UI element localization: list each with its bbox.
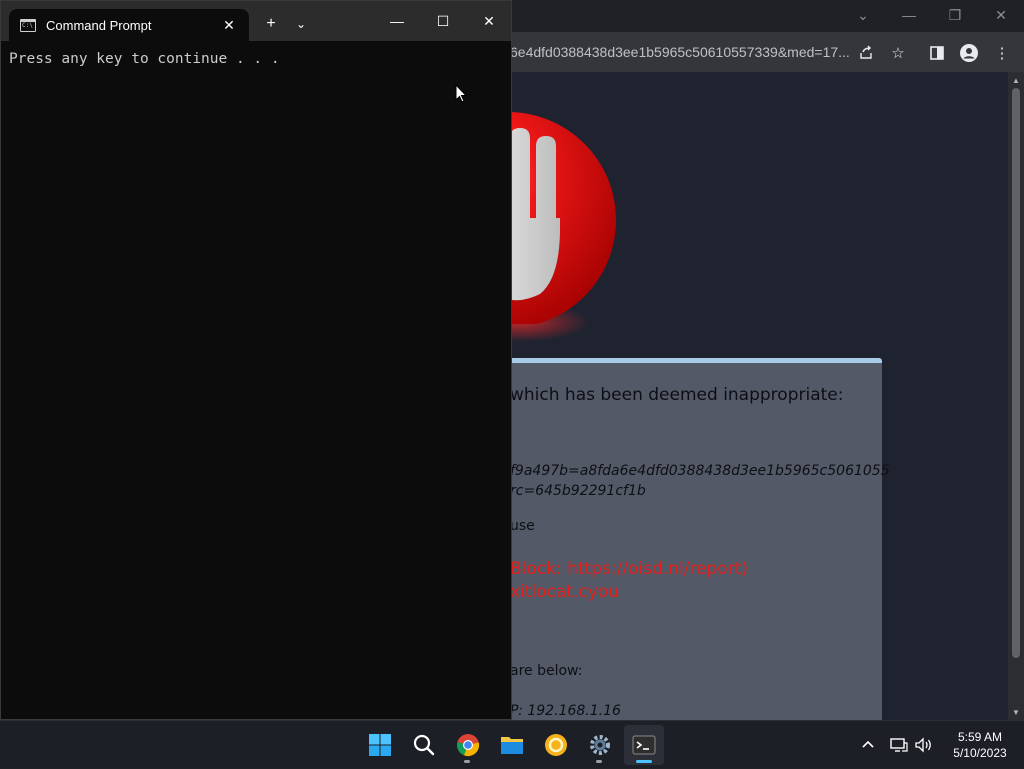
cause-label: use — [510, 518, 535, 534]
running-indicator — [596, 760, 602, 763]
close-icon[interactable]: ✕ — [978, 0, 1024, 30]
more-icon[interactable]: ⋮ — [988, 40, 1016, 66]
minimize-icon[interactable]: — — [374, 1, 420, 41]
running-indicator — [464, 760, 470, 763]
tab-title: Command Prompt — [46, 18, 152, 33]
chrome-icon[interactable] — [448, 725, 488, 765]
minimize-icon[interactable]: — — [886, 0, 932, 30]
scroll-down-icon[interactable]: ▼ — [1008, 704, 1024, 720]
block-reason: Block: https://oisd.nl/report) xitlocat.… — [510, 558, 748, 604]
file-explorer-icon[interactable] — [492, 725, 532, 765]
network-icon[interactable] — [890, 721, 908, 769]
terminal-titlebar[interactable]: C:\ Command Prompt ✕ + ⌄ — ☐ ✕ — [1, 1, 511, 41]
details-label: are below: — [510, 663, 583, 679]
active-indicator — [636, 760, 652, 763]
desktop: ⌄ — ❐ ✕ 6e4dfd0388438d3ee1b5965c50610557… — [0, 0, 1024, 720]
reason-line-2: xitlocat.cyou — [510, 582, 619, 602]
block-hash: f9a497b=a8fda6e4dfd0388438d3ee1b5965c506… — [510, 461, 890, 501]
scroll-thumb[interactable] — [1012, 88, 1020, 658]
hash-line-1: f9a497b=a8fda6e4dfd0388438d3ee1b5965c506… — [510, 463, 890, 479]
tray-chevron-up-icon[interactable] — [860, 721, 876, 769]
star-icon[interactable]: ☆ — [884, 40, 912, 66]
clock-date: 5/10/2023 — [953, 746, 1007, 760]
taskbar-clock[interactable]: 5:59 AM 5/10/2023 — [938, 729, 1022, 761]
hash-line-2: rc=645b92291cf1b — [510, 483, 646, 499]
terminal-icon[interactable] — [624, 725, 664, 765]
close-icon[interactable]: ✕ — [466, 1, 512, 41]
chevron-down-icon[interactable]: ⌄ — [840, 0, 886, 30]
profile-icon[interactable] — [955, 40, 983, 66]
tab-dropdown-chevron-icon[interactable]: ⌄ — [286, 9, 316, 39]
terminal-output[interactable]: Press any key to continue . . . — [9, 51, 280, 67]
command-prompt-window[interactable]: C:\ Command Prompt ✕ + ⌄ — ☐ ✕ Press any… — [0, 0, 512, 720]
block-heading: which has been deemed inappropriate: — [510, 385, 844, 405]
address-bar-url[interactable]: 6e4dfd0388438d3ee1b5965c50610557339&med=… — [510, 44, 850, 60]
settings-icon[interactable] — [580, 725, 620, 765]
client-ip: P: 192.168.1.16 — [510, 703, 621, 719]
yellow-app-icon[interactable] — [536, 725, 576, 765]
page-scrollbar[interactable]: ▲ ▼ — [1008, 72, 1024, 720]
search-icon[interactable] — [404, 725, 444, 765]
reason-line-1[interactable]: Block: https://oisd.nl/report) — [510, 558, 748, 581]
clock-time: 5:59 AM — [957, 730, 1003, 744]
new-tab-button[interactable]: + — [256, 9, 286, 39]
tab-close-icon[interactable]: ✕ — [217, 13, 241, 37]
scroll-up-icon[interactable]: ▲ — [1008, 72, 1024, 88]
windows-start-icon[interactable] — [360, 725, 400, 765]
mouse-cursor-icon — [455, 84, 467, 103]
side-panel-icon[interactable] — [923, 40, 951, 66]
maximize-icon[interactable]: ☐ — [420, 1, 466, 41]
taskbar: 5:59 AM 5/10/2023 — [0, 720, 1024, 768]
volume-icon[interactable] — [914, 721, 934, 769]
share-icon[interactable] — [852, 40, 880, 66]
tab-command-prompt[interactable]: C:\ Command Prompt ✕ — [9, 9, 249, 41]
restore-icon[interactable]: ❐ — [932, 0, 978, 30]
cmd-app-icon: C:\ — [20, 19, 36, 32]
